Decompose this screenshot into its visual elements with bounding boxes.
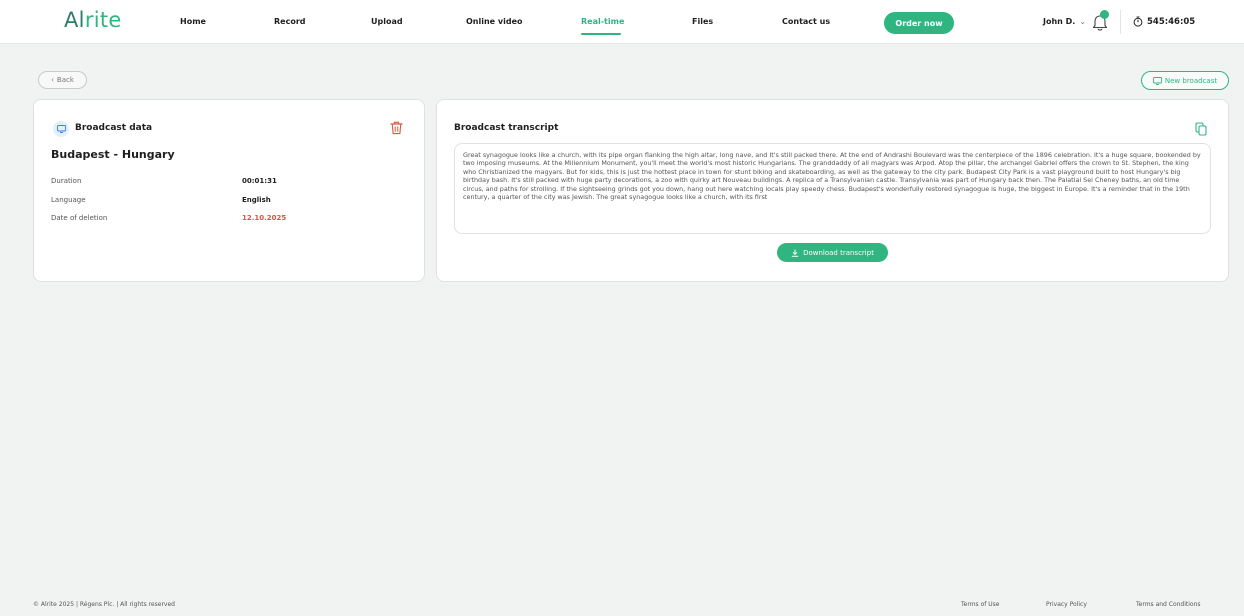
top-navigation-bar: Alrite Home Record Upload Online video R… (0, 0, 1244, 44)
language-label: Language (51, 196, 86, 204)
trash-icon[interactable] (390, 121, 403, 135)
deletion-date-value: 12.10.2025 (242, 214, 287, 222)
active-tab-indicator (581, 33, 621, 35)
timer-value: 545:46:05 (1147, 16, 1196, 27)
nav-item-real-time[interactable]: Real-time (581, 17, 624, 26)
duration-label: Duration (51, 177, 82, 185)
back-button[interactable]: ‹ Back (38, 71, 87, 89)
broadcast-data-card: Broadcast data Budapest - Hungary Durati… (33, 99, 425, 282)
chevron-left-icon: ‹ (51, 76, 54, 84)
broadcast-icon (1152, 76, 1162, 85)
header-divider (1120, 10, 1121, 34)
deletion-date-label: Date of deletion (51, 214, 108, 222)
download-icon (791, 249, 799, 257)
nav-item-home[interactable]: Home (180, 17, 206, 26)
broadcast-transcript-card: Broadcast transcript Great synagogue loo… (436, 99, 1229, 282)
notification-badge (1100, 10, 1109, 19)
nav-item-files[interactable]: Files (692, 17, 713, 26)
footer-copyright: © Alrite 2025 | Régens Plc. | All rights… (33, 601, 175, 608)
transcript-title: Broadcast transcript (454, 123, 559, 133)
stopwatch-icon (1133, 16, 1143, 27)
user-menu[interactable]: John D. ⌄ (1043, 17, 1086, 26)
order-now-button[interactable]: Order now (884, 12, 954, 34)
nav-item-online-video[interactable]: Online video (466, 17, 523, 26)
footer-link-privacy-policy[interactable]: Privacy Policy (1046, 601, 1087, 608)
broadcast-data-title: Broadcast data (75, 123, 153, 133)
nav-item-record[interactable]: Record (274, 17, 306, 26)
user-name: John D. (1043, 17, 1076, 26)
nav-item-contact-us[interactable]: Contact us (782, 17, 830, 26)
back-button-label: Back (56, 76, 74, 84)
chevron-down-icon: ⌄ (1079, 17, 1087, 26)
broadcast-icon (53, 121, 69, 137)
language-value: English (242, 196, 271, 204)
nav-item-upload[interactable]: Upload (371, 17, 403, 26)
copy-icon[interactable] (1195, 122, 1207, 136)
footer-link-terms-of-use[interactable]: Terms of Use (961, 601, 999, 608)
download-transcript-label: Download transcript (803, 248, 874, 257)
new-broadcast-button[interactable]: New broadcast (1141, 71, 1229, 90)
footer-link-terms-and-conditions[interactable]: Terms and Conditions (1136, 601, 1201, 608)
transcript-text[interactable]: Great synagogue looks like a church, wit… (454, 143, 1211, 234)
new-broadcast-label: New broadcast (1164, 76, 1218, 85)
broadcast-location: Budapest - Hungary (51, 148, 175, 161)
duration-value: 00:01:31 (242, 177, 277, 185)
download-transcript-button[interactable]: Download transcript (777, 243, 888, 262)
remaining-time: 545:46:05 (1133, 16, 1195, 27)
